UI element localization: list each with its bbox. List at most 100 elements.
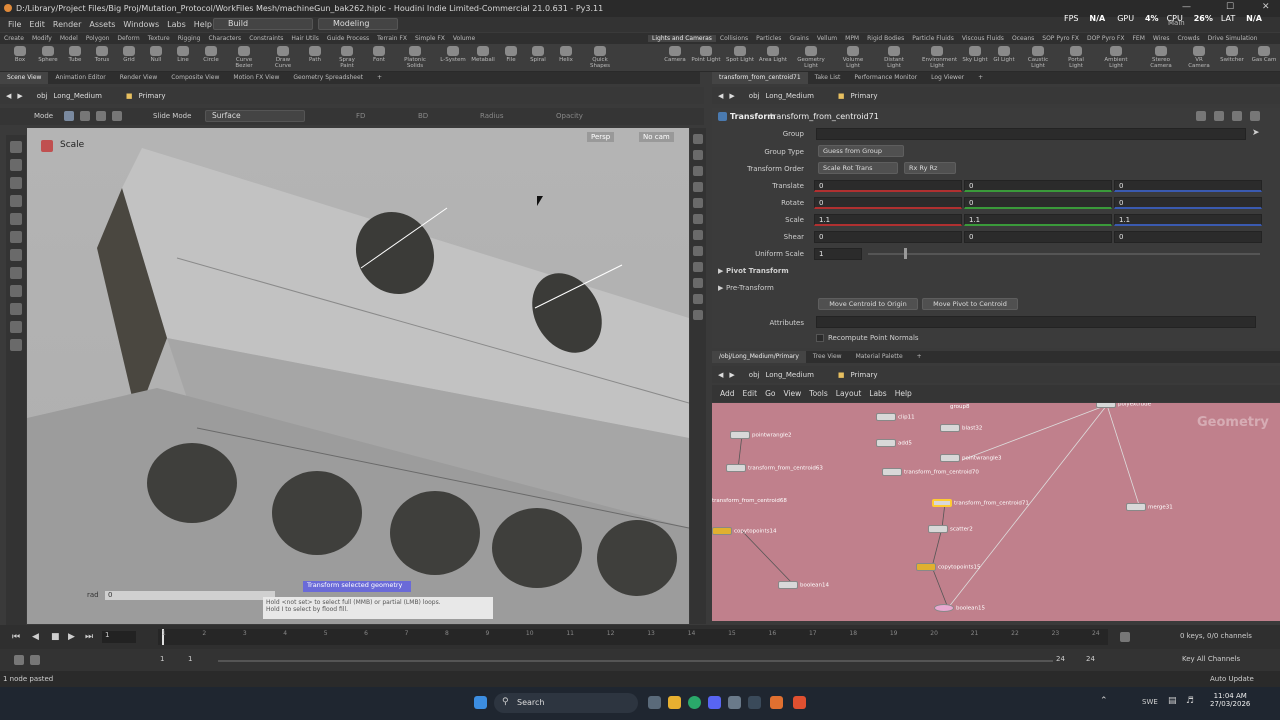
node-scatter2[interactable]: scatter2 [928,525,973,534]
faces-mode-icon[interactable] [112,111,122,121]
net-menu-add[interactable]: Add [720,389,735,398]
desktop-dropdown[interactable]: Modeling [318,18,398,30]
menu-file[interactable]: File [8,20,21,29]
path-root[interactable]: obj [749,92,760,100]
menu-assets[interactable]: Assets [89,20,115,29]
shelf-tool-stereo-camera[interactable]: Stereo Camera [1146,46,1176,69]
translate-x-field[interactable]: 0 [814,180,962,192]
shelf-tool-curve-bezier[interactable]: Curve Bezier [229,46,259,69]
display-options-icon[interactable] [693,134,703,144]
tab-animation-editor[interactable]: Animation Editor [48,72,112,84]
shelf-tool-line[interactable]: Line [168,46,198,63]
shelf-tab[interactable]: Characters [204,35,245,42]
group-type-dropdown[interactable]: Guess from Group [818,145,904,157]
clock[interactable]: 11:04 AM 27/03/2026 [1210,692,1250,708]
shelf-tool-vr-camera[interactable]: VR Camera [1184,46,1214,69]
play-reverse-icon[interactable]: ◀ [32,632,39,642]
view-tool-icon[interactable] [10,267,22,279]
jump-end-icon[interactable]: ⏭ [85,632,93,642]
menu-help[interactable]: Help [194,20,212,29]
path-leaf[interactable]: Primary [139,92,166,100]
shelf-tool-ambient-light[interactable]: Ambient Light [1101,46,1131,69]
node-blast32[interactable]: blast32 [940,424,982,433]
path-leaf[interactable]: Primary [851,92,878,100]
shelf-tool-helix[interactable]: Helix [551,46,581,63]
shelf-tool-lsystem[interactable]: L-System [438,46,468,63]
back-arrow-icon[interactable]: ◀ [718,371,723,379]
shelf-tool-path[interactable]: Path [300,46,330,63]
key-all-channels[interactable]: Key All Channels [1182,655,1240,663]
shelf-tab[interactable]: Wires [1149,35,1174,42]
scene-viewport[interactable]: Scale Persp No cam rad 0 Transform selec… [27,128,689,624]
tab-take-list[interactable]: Take List [808,72,848,84]
wrench-icon[interactable] [1214,111,1224,121]
play-icon[interactable]: ▶ [68,632,75,642]
rotate-tool-icon[interactable] [10,177,22,189]
range-end-field[interactable]: 24 [1056,655,1065,663]
shelf-tool-distant-light[interactable]: Distant Light [879,46,909,69]
shaded-icon[interactable] [693,182,703,192]
shelf-tool-portal-light[interactable]: Portal Light [1061,46,1091,69]
timeline-bar[interactable]: 1 2 3 4 5 6 7 8 9 10 11 12 13 14 15 16 17 18 19 20 21 22 23 24 [158,629,1108,645]
loop-icon[interactable] [30,655,40,665]
move-tool-icon[interactable] [10,159,22,171]
tab-motion-fx-view[interactable]: Motion FX View [226,72,286,84]
tab-render-view[interactable]: Render View [113,72,165,84]
shelf-tab[interactable]: Rigid Bodies [863,35,908,42]
node-pointwrangle3[interactable]: pointwrangle3 [940,454,1002,463]
rotate-z-field[interactable]: 0 [1114,197,1262,209]
node-group8[interactable]: group8 [950,404,969,413]
app-icon[interactable] [748,696,761,709]
shelf-tab[interactable]: SOP Pyro FX [1038,35,1083,42]
shelf-tab[interactable]: Guide Process [323,35,373,42]
rad-field[interactable]: 0 [105,591,275,600]
brave-icon[interactable] [793,696,806,709]
tab-scene-view[interactable]: Scene View [0,72,49,84]
shelf-tab[interactable]: Rigging [174,35,205,42]
persp-menu[interactable]: Persp [587,132,615,142]
camera-tool-icon[interactable] [10,321,22,333]
magnet-icon[interactable] [10,303,22,315]
shelf-tab[interactable]: Drive Simulation [1204,35,1262,42]
node-boolean14[interactable]: boolean14 [778,581,829,590]
scale-x-field[interactable]: 1.1 [814,214,962,226]
tab-log-viewer[interactable]: Log Viewer [924,72,971,84]
points-mode-icon[interactable] [80,111,90,121]
node-transform-from-centroid71[interactable]: transform_from_centroid71 [932,499,1029,508]
pre-transform-header[interactable]: Pre-Transform [726,284,774,292]
network-editor[interactable]: Geometry pointwrangle2 transform_from_ce… [712,403,1280,621]
shelf-tab[interactable]: Hair Utils [287,35,322,42]
shelf-tab[interactable]: Deform [113,35,143,42]
shelf-tool-metaball[interactable]: Metaball [468,46,498,63]
net-menu-go[interactable]: Go [765,389,775,398]
shelf-tool-spot-light[interactable]: Spot Light [725,46,755,63]
pose-tool-icon[interactable] [10,231,22,243]
shelf-tab[interactable]: Oceans [1008,35,1038,42]
taskbar-search[interactable]: ⚲ Search [494,693,638,713]
edges-mode-icon[interactable] [96,111,106,121]
path-node[interactable]: Long_Medium [765,92,813,100]
snap-icon[interactable] [10,285,22,297]
shelf-tab-active[interactable]: Lights and Cameras [648,35,716,42]
path-root[interactable]: obj [37,92,48,100]
translate-z-field[interactable]: 0 [1114,180,1262,192]
net-menu-labs[interactable]: Labs [869,389,886,398]
shelf-tab[interactable]: Collisions [716,35,752,42]
shelf-tool-switcher[interactable]: Switcher [1217,46,1247,63]
wireframe-icon[interactable] [693,166,703,176]
normals-icon[interactable] [693,214,703,224]
app-icon[interactable] [728,696,741,709]
shear-x-field[interactable]: 0 [814,231,962,243]
shelf-tab[interactable]: Particles [752,35,785,42]
menu-windows[interactable]: Windows [123,20,159,29]
lighting-icon[interactable] [693,198,703,208]
shelf-tab[interactable]: Viscous Fluids [958,35,1008,42]
shelf-tool-caustic-light[interactable]: Caustic Light [1023,46,1053,69]
background-icon[interactable] [693,310,703,320]
move-pivot-button[interactable]: Move Pivot to Centroid [922,298,1018,310]
stop-icon[interactable]: ■ [51,632,60,642]
shelf-tool-volume-light[interactable]: Volume Light [838,46,868,69]
language-indicator[interactable]: SWE [1142,698,1158,706]
shelf-tool-file[interactable]: File [496,46,526,63]
shelf-tab[interactable]: Modify [28,35,56,42]
